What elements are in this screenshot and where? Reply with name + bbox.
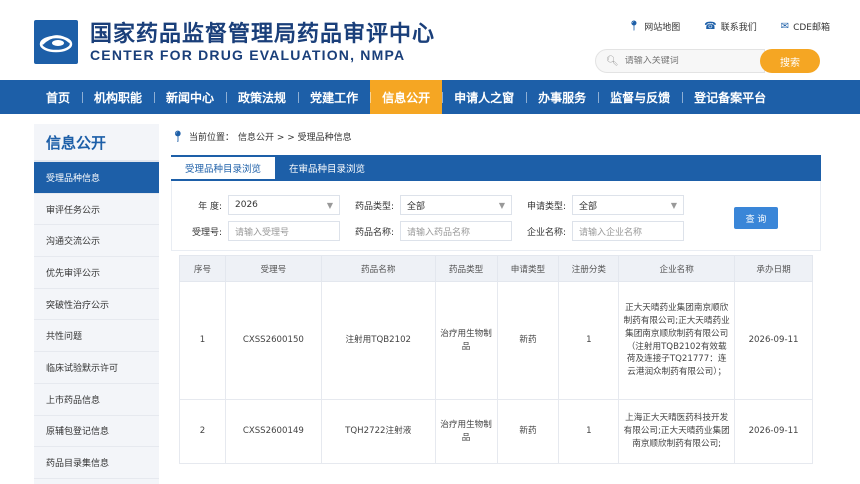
- company-input[interactable]: 请输入企业名称: [572, 221, 684, 241]
- accept-no-input[interactable]: 请输入受理号: [228, 221, 340, 241]
- chevron-down-icon: ▼: [326, 200, 333, 210]
- search-icon: 🔍︎: [606, 55, 619, 67]
- col-header-accept-no: 受理号: [224, 255, 322, 282]
- nav-services[interactable]: 办事服务: [526, 80, 598, 114]
- sidebar-item-drug-catalog[interactable]: 药品目录集信息: [34, 447, 159, 479]
- cell-apply-type: 新药: [496, 281, 560, 400]
- query-button[interactable]: 查 询: [734, 207, 778, 229]
- year-select[interactable]: 2026 ▼: [228, 195, 340, 215]
- cde-mail-link[interactable]: ✉ CDE邮箱: [781, 20, 830, 33]
- main-content: 📍︎ 当前位置： 信息公开 > > 受理品种信息 受理品种目录浏览 在审品种目录…: [171, 124, 821, 484]
- mail-icon: ✉: [780, 21, 790, 32]
- sidebar-item-accepted-varieties[interactable]: 受理品种信息: [34, 162, 159, 194]
- site-header: 国家药品监督管理局药品审评中心 CENTER FOR DRUG EVALUATI…: [0, 0, 860, 80]
- cell-drug-type: 治疗用生物制品: [434, 281, 498, 400]
- apply-type-select[interactable]: 全部 ▼: [572, 195, 684, 215]
- nav-news[interactable]: 新闻中心: [154, 80, 226, 114]
- breadcrumb-prefix: 当前位置：: [188, 132, 234, 143]
- cell-apply-type: 新药: [496, 399, 560, 464]
- search-input[interactable]: [624, 56, 755, 66]
- chevron-down-icon: ▼: [670, 200, 677, 210]
- results-table: 序号 受理号 药品名称 药品类型 申请类型 注册分类 企业名称 承办日期 1 C…: [179, 255, 813, 464]
- table-header-row: 序号 受理号 药品名称 药品类型 申请类型 注册分类 企业名称 承办日期: [179, 255, 813, 282]
- location-pin-icon: 📍︎: [171, 129, 185, 143]
- cell-company: 上海正大天晴医药科技开发有限公司;正大天晴药业集团南京顺欣制药有限公司;: [618, 399, 736, 464]
- col-header-drug-type: 药品类型: [434, 255, 498, 282]
- cell-no: 2: [179, 399, 226, 464]
- sidebar: 信息公开 受理品种信息 审评任务公示 沟通交流公示 优先审评公示 突破性治疗公示…: [34, 124, 159, 484]
- sidebar-title: 信息公开: [34, 124, 159, 162]
- col-header-reg-class: 注册分类: [558, 255, 620, 282]
- top-links: 📍︎ 网站地图 ☎ 联系我们 ✉ CDE邮箱: [628, 20, 831, 33]
- filter-row-1: 年 度: 2026 ▼ 药品类型: 全部 ▼ 申请类型: 全部 ▼: [172, 195, 684, 215]
- breadcrumb-path[interactable]: 信息公开 > > 受理品种信息: [238, 130, 352, 143]
- filter-panel: 年 度: 2026 ▼ 药品类型: 全部 ▼ 申请类型: 全部 ▼ 受理号: 请…: [171, 181, 821, 251]
- drug-name-input[interactable]: 请输入药品名称: [400, 221, 512, 241]
- nav-party[interactable]: 党建工作: [298, 80, 370, 114]
- cell-reg-class: 1: [558, 281, 620, 400]
- cde-logo-icon: [39, 35, 73, 53]
- drug-name-label: 药品名称:: [354, 227, 394, 238]
- table-row[interactable]: 1 CXSS2600150 注射用TQB2102 治疗用生物制品 新药 1 正大…: [179, 281, 813, 400]
- col-header-apply-type: 申请类型: [496, 255, 560, 282]
- sidebar-item-priority-review[interactable]: 优先审评公示: [34, 257, 159, 289]
- sidebar-item-marketed-drugs[interactable]: 上市药品信息: [34, 384, 159, 416]
- tab-accepted-catalog[interactable]: 受理品种目录浏览: [171, 157, 276, 181]
- contact-link[interactable]: ☎ 联系我们: [704, 20, 756, 33]
- site-title-cn: 国家药品监督管理局药品审评中心: [90, 22, 436, 47]
- col-header-company: 企业名称: [618, 255, 736, 282]
- col-header-drug-name: 药品名称: [320, 255, 436, 282]
- search-button[interactable]: 搜索: [760, 49, 820, 73]
- sitemap-link[interactable]: 📍︎ 网站地图: [628, 20, 681, 33]
- tab-bar: 受理品种目录浏览 在审品种目录浏览: [171, 155, 821, 181]
- drug-type-label: 药品类型:: [354, 201, 394, 212]
- apply-type-label: 申请类型:: [526, 201, 566, 212]
- chevron-down-icon: ▼: [498, 200, 505, 210]
- cde-logo[interactable]: [34, 20, 78, 64]
- table-row[interactable]: 2 CXSS2600149 TQH2722注射液 治疗用生物制品 新药 1 上海…: [179, 399, 813, 464]
- cell-accept-no: CXSS2600149: [224, 399, 322, 464]
- cell-date: 2026-09-11: [734, 399, 813, 464]
- nav-home[interactable]: 首页: [34, 80, 82, 114]
- accept-no-label: 受理号:: [191, 227, 222, 238]
- cell-reg-class: 1: [558, 399, 620, 464]
- col-header-date: 承办日期: [734, 255, 813, 282]
- cell-company: 正大天晴药业集团南京顺欣制药有限公司;正大天晴药业集团南京顺欣制药有限公司（注射…: [618, 281, 736, 400]
- cell-drug-type: 治疗用生物制品: [434, 399, 498, 464]
- sidebar-item-excipient-registration[interactable]: 原辅包登记信息: [34, 416, 159, 448]
- site-title-en: CENTER FOR DRUG EVALUATION, NMPA: [90, 47, 406, 63]
- nav-applicant[interactable]: 申请人之窗: [442, 80, 526, 114]
- drug-type-select[interactable]: 全部 ▼: [400, 195, 512, 215]
- sidebar-item-communication[interactable]: 沟通交流公示: [34, 225, 159, 258]
- cell-drug-name: TQH2722注射液: [320, 399, 436, 464]
- location-pin-icon: 📍︎: [627, 21, 641, 32]
- cell-accept-no: CXSS2600150: [224, 281, 322, 400]
- sidebar-item-review-tasks[interactable]: 审评任务公示: [34, 194, 159, 226]
- company-label: 企业名称:: [526, 227, 566, 238]
- main-nav: 首页 机构职能 新闻中心 政策法规 党建工作 信息公开 申请人之窗 办事服务 监…: [0, 80, 860, 114]
- breadcrumb: 📍︎ 当前位置： 信息公开 > > 受理品种信息: [171, 124, 821, 148]
- sidebar-item-clinical-trial[interactable]: 临床试验默示许可: [34, 352, 159, 384]
- cell-no: 1: [179, 281, 226, 400]
- sidebar-item-common-issues[interactable]: 共性问题: [34, 320, 159, 353]
- year-label: 年 度:: [198, 201, 222, 212]
- col-header-no: 序号: [179, 255, 226, 282]
- cell-drug-name: 注射用TQB2102: [320, 281, 436, 400]
- tab-under-review-catalog[interactable]: 在审品种目录浏览: [275, 155, 379, 181]
- sidebar-item-breakthrough[interactable]: 突破性治疗公示: [34, 289, 159, 321]
- nav-organization[interactable]: 机构职能: [82, 80, 154, 114]
- cell-date: 2026-09-11: [734, 281, 813, 400]
- nav-feedback[interactable]: 监督与反馈: [598, 80, 682, 114]
- nav-policy[interactable]: 政策法规: [226, 80, 298, 114]
- filter-row-2: 受理号: 请输入受理号 药品名称: 请输入药品名称 企业名称: 请输入企业名称: [172, 221, 684, 241]
- phone-icon: ☎: [704, 21, 717, 32]
- search-box: 🔍︎: [595, 49, 765, 73]
- nav-registration[interactable]: 登记备案平台: [682, 80, 778, 114]
- nav-info-disclosure[interactable]: 信息公开: [370, 80, 443, 114]
